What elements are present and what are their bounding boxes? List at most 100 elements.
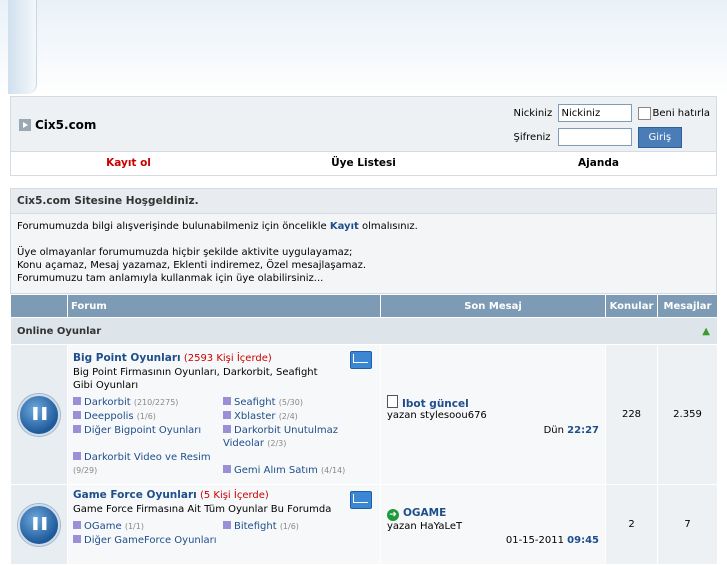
nick-input[interactable] xyxy=(557,104,632,122)
last-post-cell: ➜ OGAME yazan HaYaLeT 01-15-2011 09:45 xyxy=(380,484,606,565)
subforum-name[interactable]: Diğer Bigpoint Oyunları xyxy=(84,425,201,436)
subforum-item[interactable]: Seafight (5/30) xyxy=(223,396,363,409)
subforum-name[interactable]: Deeppolis xyxy=(84,411,134,422)
welcome-line4: Forumumuzu tam anlamıyla kullanmak için … xyxy=(17,273,324,284)
subforum-icon xyxy=(73,452,81,460)
header-banner xyxy=(0,0,727,96)
subforum-icon xyxy=(73,425,81,433)
subforum-count: (5/30) xyxy=(278,398,303,407)
last-post-cell: Ibot güncel yazan stylesoou676 Dün 22:27 xyxy=(380,344,606,485)
subforum-icon xyxy=(73,521,81,529)
go-arrow-icon[interactable]: ➜ xyxy=(387,509,399,521)
subforum-name[interactable]: Bitefight xyxy=(234,521,277,532)
subforum-count: (210/2275) xyxy=(133,398,179,407)
last-post-day: Dün xyxy=(543,425,564,436)
subforum-count: (9/29) xyxy=(73,466,98,475)
arrow-icon xyxy=(19,119,31,131)
subforum-icon xyxy=(73,397,81,405)
welcome-line2: Üye olmayanlar forumumuzda hiçbir şekild… xyxy=(17,247,353,258)
forum-cell: Big Point Oyunları (2593 Kişi İçerde) Bi… xyxy=(67,344,381,485)
subforum-item[interactable]: Bitefight (1/6) xyxy=(223,520,363,533)
register-link[interactable]: Kayıt ol xyxy=(11,152,246,175)
last-post-author[interactable]: yazan HaYaLeT xyxy=(387,521,599,532)
subforum-icon xyxy=(223,411,231,419)
category-label[interactable]: Online Oyunlar xyxy=(17,326,101,337)
subforum-icon xyxy=(223,521,231,529)
last-post-date: Dün 22:27 xyxy=(544,425,599,436)
calendar-link[interactable]: Ajanda xyxy=(481,152,716,175)
subforum-count: (1/6) xyxy=(136,412,156,421)
header-last: Son Mesaj xyxy=(380,294,606,318)
subforum-name[interactable]: Diğer GameForce Oyunları xyxy=(84,535,217,546)
forum-status-icon xyxy=(18,393,60,436)
forum-online-count: (2593 Kişi İçerde) xyxy=(183,353,272,364)
table-row: Big Point Oyunları (2593 Kişi İçerde) Bi… xyxy=(10,344,718,485)
welcome-line1-pre: Forumumuzda bilgi alışverişinde bulunabi… xyxy=(17,221,327,232)
password-label: Şifreniz xyxy=(513,131,551,143)
subforum-list: Darkorbit (210/2275) Seafight (5/30) Dee… xyxy=(73,396,376,477)
subforum-count: (2/3) xyxy=(267,439,287,448)
welcome-box: Cix5.com Sitesine Hoşgeldiniz. Forumumuz… xyxy=(10,188,717,294)
subforum-item[interactable]: OGame (1/1) xyxy=(73,520,223,533)
subforum-item[interactable]: Darkorbit (210/2275) xyxy=(73,396,223,409)
members-link[interactable]: Üye Listesi xyxy=(246,152,481,175)
subforum-name[interactable]: OGame xyxy=(84,521,122,532)
subforum-item[interactable]: Diğer Bigpoint Oyunları xyxy=(73,424,223,450)
table-header: Forum Son Mesaj Konular Mesajlar xyxy=(10,294,718,318)
forum-online-count: (5 Kişi İçerde) xyxy=(199,490,269,501)
forum-status-cell xyxy=(10,344,68,485)
subforum-name[interactable]: Gemi Alım Satım xyxy=(234,465,318,476)
password-input[interactable] xyxy=(557,128,632,146)
forum-status-cell xyxy=(10,484,68,565)
subforum-item[interactable]: Darkorbit Unutulmaz Videolar (2/3) xyxy=(223,424,363,450)
subforum-count: (1/6) xyxy=(279,522,299,531)
subforum-name[interactable]: Darkorbit Video ve Resim xyxy=(84,452,211,463)
welcome-title: Cix5.com Sitesine Hoşgeldiniz. xyxy=(11,189,716,214)
login-button[interactable]: Giriş xyxy=(637,126,683,148)
subforum-item[interactable]: Darkorbit Video ve Resim (9/29) xyxy=(73,451,223,477)
login-form: Nickiniz Beni hatırla Şifreniz Giriş xyxy=(513,101,711,149)
last-post-time: 09:45 xyxy=(567,535,599,546)
last-post-date: 01-15-2011 09:45 xyxy=(506,535,599,546)
mail-icon[interactable] xyxy=(350,351,372,369)
subforum-icon xyxy=(73,535,81,543)
subforum-name[interactable]: Seafight xyxy=(234,397,276,408)
subforum-item[interactable]: Gemi Alım Satım (4/14) xyxy=(223,464,363,477)
topics-count: 2 xyxy=(605,484,658,565)
forum-table: Forum Son Mesaj Konular Mesajlar Online … xyxy=(10,294,718,565)
forum-cell: Game Force Oyunları (5 Kişi İçerde) Game… xyxy=(67,484,381,565)
top-bar: Cix5.com Nickiniz Beni hatırla Şifreniz … xyxy=(10,96,717,152)
posts-count: 7 xyxy=(657,484,718,565)
subforum-item[interactable]: Deeppolis (1/6) xyxy=(73,410,223,423)
category-title[interactable]: Online Oyunlar ▲ xyxy=(10,317,718,345)
site-title-text: Cix5.com xyxy=(35,118,97,132)
remember-label: Beni hatırla xyxy=(652,107,711,119)
subforum-item[interactable]: Diğer GameForce Oyunları xyxy=(73,534,223,547)
mail-icon[interactable] xyxy=(350,491,372,509)
last-post-day: 01-15-2011 xyxy=(505,535,564,546)
welcome-line3: Konu açamaz, Mesaj yazamaz, Eklenti indi… xyxy=(17,260,367,271)
banner-tab xyxy=(8,0,37,94)
site-title[interactable]: Cix5.com xyxy=(19,118,96,132)
subforum-name[interactable]: Darkorbit xyxy=(84,397,131,408)
subforum-name[interactable]: Xblaster xyxy=(234,411,276,422)
posts-count: 2.359 xyxy=(657,344,718,485)
category-row: Online Oyunlar ▲ xyxy=(10,317,718,345)
header-posts: Mesajlar xyxy=(657,294,718,318)
forum-title[interactable]: Game Force Oyunları xyxy=(73,489,197,501)
subforum-count: (2/4) xyxy=(278,412,298,421)
subforum-icon xyxy=(223,397,231,405)
forum-status-icon xyxy=(18,503,60,546)
last-post-title[interactable]: OGAME xyxy=(403,507,446,519)
forum-description: Big Point Firmasının Oyunları, Darkorbit… xyxy=(73,367,318,391)
remember-checkbox[interactable] xyxy=(637,106,651,120)
subforum-icon xyxy=(223,425,231,433)
subforum-item[interactable]: Xblaster (2/4) xyxy=(223,410,363,423)
last-post-title[interactable]: Ibot güncel xyxy=(402,398,469,410)
last-post-author[interactable]: yazan stylesoou676 xyxy=(387,410,599,421)
register-inline-link[interactable]: Kayıt xyxy=(330,221,359,232)
collapse-up-icon[interactable]: ▲ xyxy=(702,326,710,337)
forum-title[interactable]: Big Point Oyunları xyxy=(73,352,181,364)
nick-label: Nickiniz xyxy=(513,107,553,119)
header-blank xyxy=(10,294,68,318)
